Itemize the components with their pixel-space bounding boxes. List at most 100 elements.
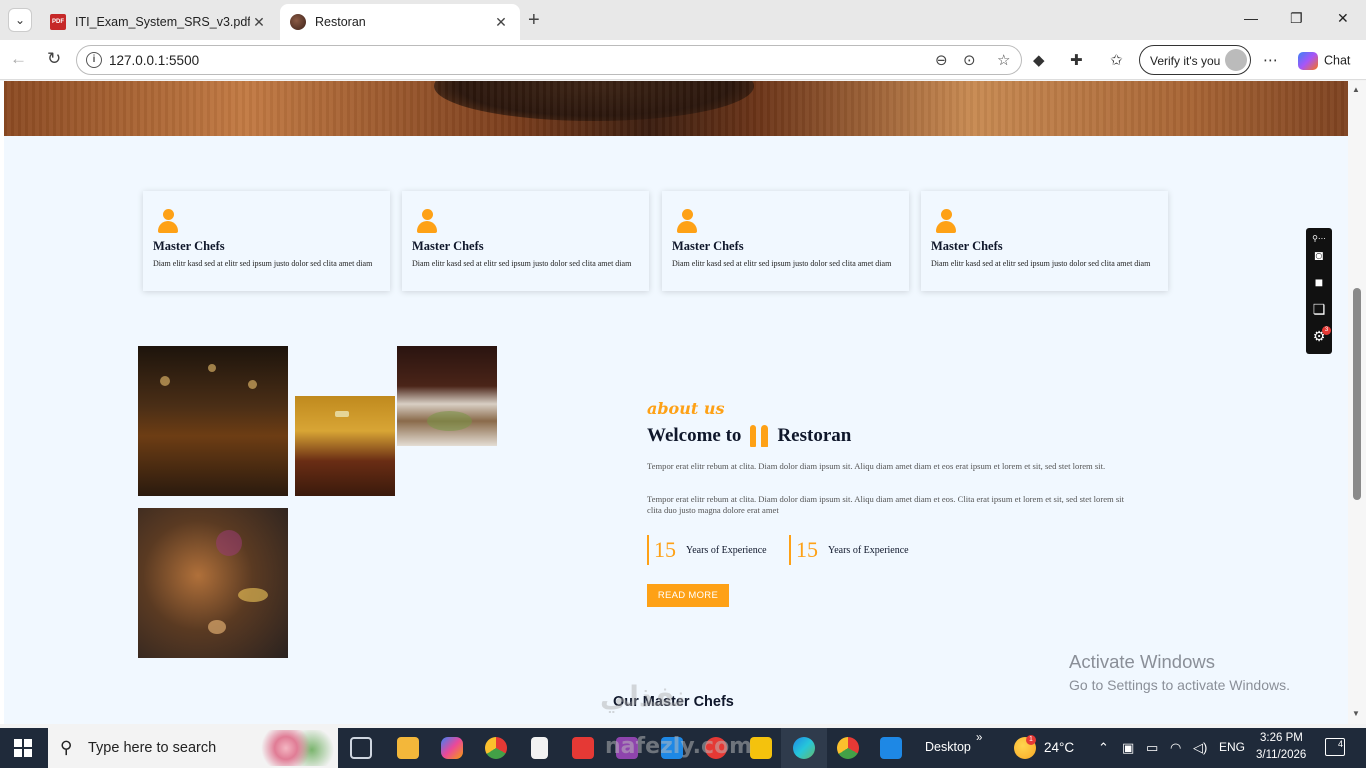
about-title-brand: Restoran [777, 425, 852, 446]
clock-time[interactable]: 3:26 PM [1260, 732, 1303, 744]
new-tab-icon[interactable]: + [528, 9, 540, 32]
stat-number: 15 [796, 537, 818, 562]
chef-card[interactable]: Master Chefs Diam elitr kasd sed at elit… [662, 191, 909, 291]
windows-start-icon[interactable] [14, 739, 32, 757]
tray-device-icon[interactable]: ▣ [1122, 740, 1134, 756]
chat-label: Chat [1324, 53, 1351, 68]
hero-wood-texture [4, 81, 1348, 136]
tray-chevron-up-icon[interactable]: ⌃ [1098, 740, 1109, 756]
desktop-toolbar-label[interactable]: Desktop [925, 740, 971, 754]
volume-icon[interactable]: ◁) [1193, 740, 1207, 756]
more-page-icon[interactable]: ⊙ [963, 51, 976, 69]
wifi-icon[interactable]: ◠ [1170, 740, 1181, 756]
restoran-page: Master Chefs Diam elitr kasd sed at elit… [4, 81, 1348, 724]
language-indicator[interactable]: ENG [1219, 740, 1245, 754]
tab-label: ITI_Exam_System_SRS_v3.pdf [75, 15, 250, 29]
toolbar-expand-icon[interactable]: » [976, 732, 982, 744]
browser-toolbar: ← ↻ i 127.0.0.1:5500 ⊖ ⊙ ☆ ◆ ✚ ✩ Verify … [0, 40, 1366, 80]
site-favicon-icon [290, 14, 306, 30]
video-record-icon[interactable]: ■ [1310, 273, 1328, 291]
gallery-icon[interactable]: ❏ [1310, 300, 1328, 318]
about-image-dining-room [295, 396, 395, 496]
file-explorer-icon[interactable] [397, 737, 419, 759]
copilot-taskbar-icon[interactable] [441, 737, 463, 759]
restore-icon[interactable]: ❐ [1290, 10, 1303, 27]
browser-tab-bar: ⌄ PDF ITI_Exam_System_SRS_v3.pdf ✕ Resto… [0, 0, 1366, 40]
notification-center-icon[interactable]: 4 [1325, 738, 1345, 756]
activate-windows-subtitle: Go to Settings to activate Windows. [1069, 677, 1290, 693]
address-bar[interactable]: i 127.0.0.1:5500 ⊖ ⊙ ☆ [76, 45, 1022, 75]
notification-count: 4 [1337, 739, 1343, 749]
back-icon[interactable]: ← [10, 49, 27, 69]
read-more-button[interactable]: READ MORE [647, 584, 729, 607]
close-window-icon[interactable]: ✕ [1337, 10, 1349, 27]
user-icon [936, 209, 956, 233]
stat-experience: 15 Years of Experience [647, 535, 767, 565]
chef-card-desc: Diam elitr kasd sed at elitr sed ipsum j… [153, 259, 373, 268]
chef-card-title: Master Chefs [672, 239, 744, 253]
favorite-star-icon[interactable]: ☆ [997, 51, 1010, 69]
nafezly-watermark-arabic: نفذلي [600, 680, 687, 713]
user-icon [158, 209, 178, 233]
favorites-icon[interactable]: ✩ [1110, 51, 1123, 69]
chef-card-title: Master Chefs [412, 239, 484, 253]
chef-card-title: Master Chefs [153, 239, 225, 253]
chef-card[interactable]: Master Chefs Diam elitr kasd sed at elit… [143, 191, 390, 291]
document-icon[interactable] [531, 737, 548, 759]
chef-card[interactable]: Master Chefs Diam elitr kasd sed at elit… [921, 191, 1168, 291]
about-image-grilled-platter [138, 508, 288, 658]
vscode-icon[interactable] [880, 737, 902, 759]
scroll-up-icon[interactable]: ▲ [1352, 85, 1360, 94]
camera-icon[interactable]: ◙ [1310, 246, 1328, 264]
verify-profile-button[interactable]: Verify it's you [1139, 45, 1251, 75]
extension-shield-icon[interactable]: ◆ [1033, 51, 1045, 69]
page-scrollbar[interactable]: ▲ ▼ [1348, 81, 1366, 724]
chrome-icon[interactable] [485, 737, 507, 759]
stat-label: Years of Experience [828, 544, 909, 556]
close-tab-icon[interactable]: ✕ [250, 14, 268, 31]
search-highlight-image [260, 730, 334, 766]
chef-card-title: Master Chefs [931, 239, 1003, 253]
anydesk-icon[interactable] [572, 737, 594, 759]
chef-card[interactable]: Master Chefs Diam elitr kasd sed at elit… [402, 191, 649, 291]
utensils-icon [748, 425, 770, 447]
minimize-icon[interactable]: — [1244, 10, 1258, 26]
search-icon: ⚲ [60, 738, 73, 757]
nafezly-watermark-latin: nafezly.com [605, 734, 753, 759]
stat-experience: 15 Years of Experience [789, 535, 909, 565]
about-subtitle: about us [647, 399, 725, 418]
clock-date[interactable]: 3/11/2026 [1256, 749, 1306, 761]
scroll-down-icon[interactable]: ▼ [1352, 709, 1360, 718]
settings-badge: 3 [1322, 326, 1331, 335]
close-tab-icon[interactable]: ✕ [492, 14, 510, 31]
copilot-icon [1298, 52, 1318, 70]
tab-actions-menu-icon[interactable]: ⌄ [8, 8, 32, 32]
about-image-plated-dish [397, 346, 497, 446]
zoom-out-icon[interactable]: ⊖ [935, 51, 948, 69]
refresh-icon[interactable]: ↻ [47, 49, 61, 69]
avatar [1225, 49, 1247, 71]
task-view-icon[interactable] [350, 737, 372, 759]
tab-restoran[interactable]: Restoran ✕ [280, 4, 520, 40]
tab-pdf[interactable]: PDF ITI_Exam_System_SRS_v3.pdf ✕ [40, 4, 278, 40]
copilot-chat-button[interactable]: Chat [1298, 52, 1350, 70]
chrome-profile-icon[interactable] [837, 737, 859, 759]
taskbar-search-box[interactable]: ⚲ Type here to search [48, 728, 338, 768]
edge-browser-icon[interactable] [793, 737, 815, 759]
weather-temperature[interactable]: 24°C [1044, 740, 1074, 755]
about-title-prefix: Welcome to [647, 425, 742, 446]
user-icon [417, 209, 437, 233]
chef-card-desc: Diam elitr kasd sed at elitr sed ipsum j… [672, 259, 892, 268]
app-icon[interactable] [750, 737, 772, 759]
pdf-icon: PDF [50, 14, 66, 30]
battery-icon[interactable]: ▭ [1146, 740, 1158, 756]
search-placeholder: Type here to search [88, 740, 217, 756]
site-info-icon[interactable]: i [86, 52, 102, 68]
weather-badge: 1 [1026, 735, 1036, 745]
scroll-thumb[interactable] [1353, 288, 1361, 500]
settings-more-icon[interactable]: ⋯ [1263, 51, 1278, 69]
about-paragraph: Tempor erat elitr rebum at clita. Diam d… [647, 494, 1124, 515]
url-text: 127.0.0.1:5500 [109, 53, 200, 68]
extensions-puzzle-icon[interactable]: ✚ [1070, 51, 1083, 69]
user-icon [677, 209, 697, 233]
